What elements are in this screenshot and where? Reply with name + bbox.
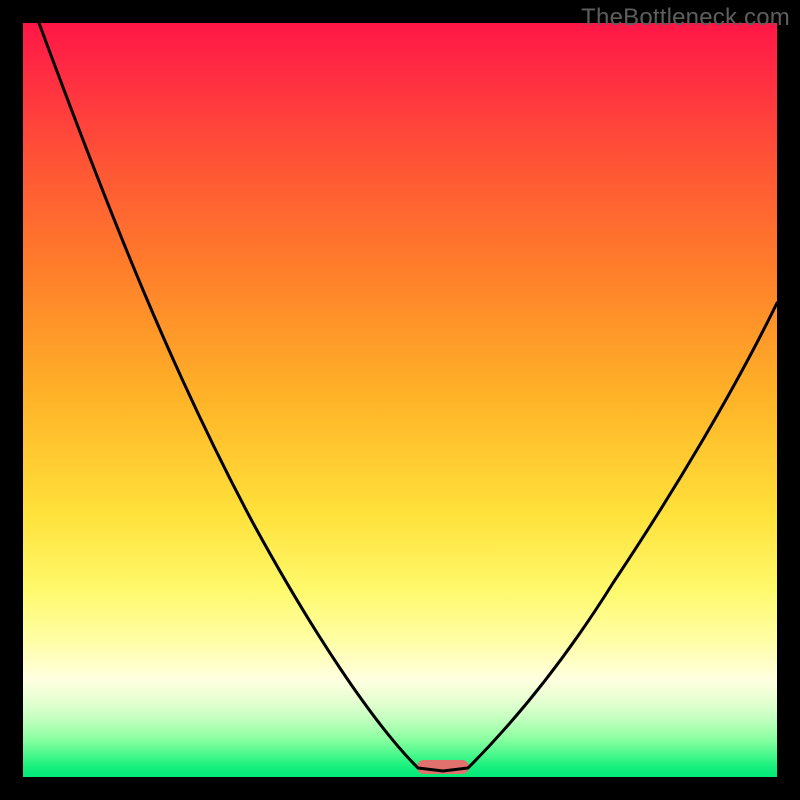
chart-frame: TheBottleneck.com: [0, 0, 800, 800]
curve-left-branch: [39, 23, 443, 771]
curve-right-branch: [443, 303, 777, 771]
bottleneck-curve: [23, 23, 777, 777]
plot-area: [23, 23, 777, 777]
watermark-text: TheBottleneck.com: [581, 4, 790, 32]
